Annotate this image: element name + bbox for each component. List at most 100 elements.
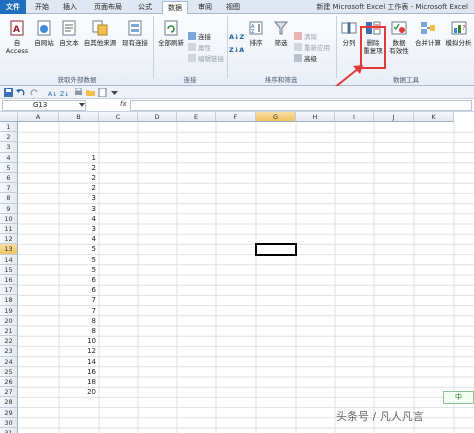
tab-review[interactable]: 审阅 bbox=[193, 1, 217, 14]
row-header-2[interactable]: 2 bbox=[0, 132, 18, 143]
edit-links-item[interactable]: 编辑链接 bbox=[188, 54, 224, 64]
cell-b20[interactable]: 8 bbox=[59, 316, 96, 326]
row-header-4[interactable]: 4 bbox=[0, 152, 18, 163]
row-header-31[interactable]: 31 bbox=[0, 428, 18, 433]
row-header-27[interactable]: 27 bbox=[0, 387, 18, 398]
cell-b13[interactable]: 5 bbox=[59, 244, 96, 254]
tab-insert[interactable]: 插入 bbox=[58, 1, 82, 14]
existing-connections-button[interactable]: 现有连接 bbox=[120, 20, 150, 47]
connections-item[interactable]: 连接 bbox=[188, 32, 211, 42]
cell-b5[interactable]: 2 bbox=[59, 163, 96, 173]
filter-button[interactable]: 筛选 bbox=[270, 20, 292, 47]
consolidate-button[interactable]: 合并计算 bbox=[413, 20, 443, 47]
save-icon[interactable] bbox=[4, 88, 13, 97]
name-box-dropdown-icon[interactable] bbox=[79, 103, 85, 108]
cell-b21[interactable]: 8 bbox=[59, 326, 96, 336]
cell-b4[interactable]: 1 bbox=[59, 153, 96, 163]
insert-function-button[interactable]: fx bbox=[120, 100, 127, 108]
sort-desc-qat-icon[interactable]: Z↓ bbox=[60, 88, 69, 97]
row-header-12[interactable]: 12 bbox=[0, 234, 18, 245]
from-access-button[interactable]: A 自 Access bbox=[2, 20, 32, 55]
row-header-28[interactable]: 28 bbox=[0, 397, 18, 408]
formula-input[interactable] bbox=[130, 100, 472, 111]
tab-view[interactable]: 视图 bbox=[221, 1, 245, 14]
from-text-button[interactable]: 自文本 bbox=[57, 20, 81, 47]
row-header-24[interactable]: 24 bbox=[0, 356, 18, 367]
column-header-a[interactable]: A bbox=[18, 112, 59, 122]
text-to-columns-button[interactable]: 分列 bbox=[338, 20, 360, 47]
cell-b19[interactable]: 7 bbox=[59, 306, 96, 316]
active-cell[interactable] bbox=[255, 243, 297, 256]
column-header-d[interactable]: D bbox=[138, 112, 177, 122]
cell-b18[interactable]: 7 bbox=[59, 295, 96, 305]
cell-b10[interactable]: 4 bbox=[59, 214, 96, 224]
cell-b6[interactable]: 2 bbox=[59, 173, 96, 183]
row-header-14[interactable]: 14 bbox=[0, 254, 18, 265]
customize-qat-icon[interactable] bbox=[110, 88, 119, 97]
column-header-e[interactable]: E bbox=[177, 112, 216, 122]
row-header-30[interactable]: 30 bbox=[0, 417, 18, 428]
sort-asc-qat-icon[interactable]: A↓ bbox=[48, 88, 57, 97]
refresh-all-button[interactable]: 全部刷新 bbox=[156, 20, 186, 47]
advanced-filter-item[interactable]: 高级 bbox=[294, 54, 317, 64]
row-header-25[interactable]: 25 bbox=[0, 366, 18, 377]
reapply-item[interactable]: 重新应用 bbox=[294, 43, 330, 53]
cell-b25[interactable]: 16 bbox=[59, 367, 96, 377]
row-header-13[interactable]: 13 bbox=[0, 244, 18, 255]
select-all-corner[interactable] bbox=[0, 112, 18, 122]
column-header-f[interactable]: F bbox=[216, 112, 256, 122]
sort-desc-button[interactable]: Z↓A bbox=[229, 45, 244, 55]
row-header-3[interactable]: 3 bbox=[0, 142, 18, 153]
print-icon[interactable] bbox=[74, 88, 83, 97]
column-header-h[interactable]: H bbox=[296, 112, 335, 122]
cell-b12[interactable]: 4 bbox=[59, 234, 96, 244]
cell-b14[interactable]: 5 bbox=[59, 255, 96, 265]
cell-b23[interactable]: 12 bbox=[59, 346, 96, 356]
cell-b26[interactable]: 18 bbox=[59, 377, 96, 387]
tab-page-layout[interactable]: 页面布局 bbox=[88, 1, 128, 14]
row-header-6[interactable]: 6 bbox=[0, 173, 18, 184]
row-header-15[interactable]: 15 bbox=[0, 264, 18, 275]
column-header-g[interactable]: G bbox=[256, 112, 296, 122]
new-file-icon[interactable] bbox=[98, 88, 107, 97]
worksheet-grid[interactable]: A B C D E F G H I J K 1 2 3 4 5 6 7 8 9 10 11 12 13 14 15 16 17 18 19… bbox=[0, 112, 474, 433]
column-header-j[interactable]: J bbox=[374, 112, 414, 122]
tab-home[interactable]: 开始 bbox=[30, 1, 54, 14]
row-header-18[interactable]: 18 bbox=[0, 295, 18, 306]
row-header-20[interactable]: 20 bbox=[0, 315, 18, 326]
row-header-23[interactable]: 23 bbox=[0, 346, 18, 357]
row-header-10[interactable]: 10 bbox=[0, 213, 18, 224]
cell-b8[interactable]: 3 bbox=[59, 193, 96, 203]
from-other-sources-button[interactable]: 自其他来源 bbox=[83, 20, 117, 47]
cell-b15[interactable]: 5 bbox=[59, 265, 96, 275]
column-header-k[interactable]: K bbox=[414, 112, 454, 122]
row-header-9[interactable]: 9 bbox=[0, 203, 18, 214]
cell-b7[interactable]: 2 bbox=[59, 183, 96, 193]
row-header-26[interactable]: 26 bbox=[0, 377, 18, 388]
row-header-29[interactable]: 29 bbox=[0, 407, 18, 418]
name-box[interactable]: G13 bbox=[2, 100, 86, 111]
row-header-8[interactable]: 8 bbox=[0, 193, 18, 204]
row-header-21[interactable]: 21 bbox=[0, 326, 18, 337]
sort-button[interactable]: AZ 排序 bbox=[246, 20, 266, 47]
row-header-16[interactable]: 16 bbox=[0, 275, 18, 286]
cell-b17[interactable]: 6 bbox=[59, 285, 96, 295]
row-header-1[interactable]: 1 bbox=[0, 122, 18, 133]
tab-formulas[interactable]: 公式 bbox=[133, 1, 157, 14]
tab-file[interactable]: 文件 bbox=[0, 0, 26, 14]
cell-b27[interactable]: 20 bbox=[59, 387, 96, 397]
row-header-17[interactable]: 17 bbox=[0, 285, 18, 296]
data-validation-button[interactable]: 数据 有效性 bbox=[388, 20, 410, 55]
tab-data[interactable]: 数据 bbox=[162, 1, 188, 15]
clear-filter-item[interactable]: 清除 bbox=[294, 32, 317, 42]
row-header-19[interactable]: 19 bbox=[0, 305, 18, 316]
what-if-analysis-button[interactable]: ? 模拟分析 bbox=[443, 20, 474, 47]
sort-asc-button[interactable]: A↓Z bbox=[229, 32, 244, 42]
cell-b9[interactable]: 3 bbox=[59, 204, 96, 214]
undo-icon[interactable] bbox=[16, 88, 25, 97]
cell-b16[interactable]: 6 bbox=[59, 275, 96, 285]
open-folder-icon[interactable] bbox=[86, 88, 95, 97]
column-header-c[interactable]: C bbox=[99, 112, 138, 122]
from-web-button[interactable]: 自网站 bbox=[32, 20, 56, 47]
cell-b22[interactable]: 10 bbox=[59, 336, 96, 346]
